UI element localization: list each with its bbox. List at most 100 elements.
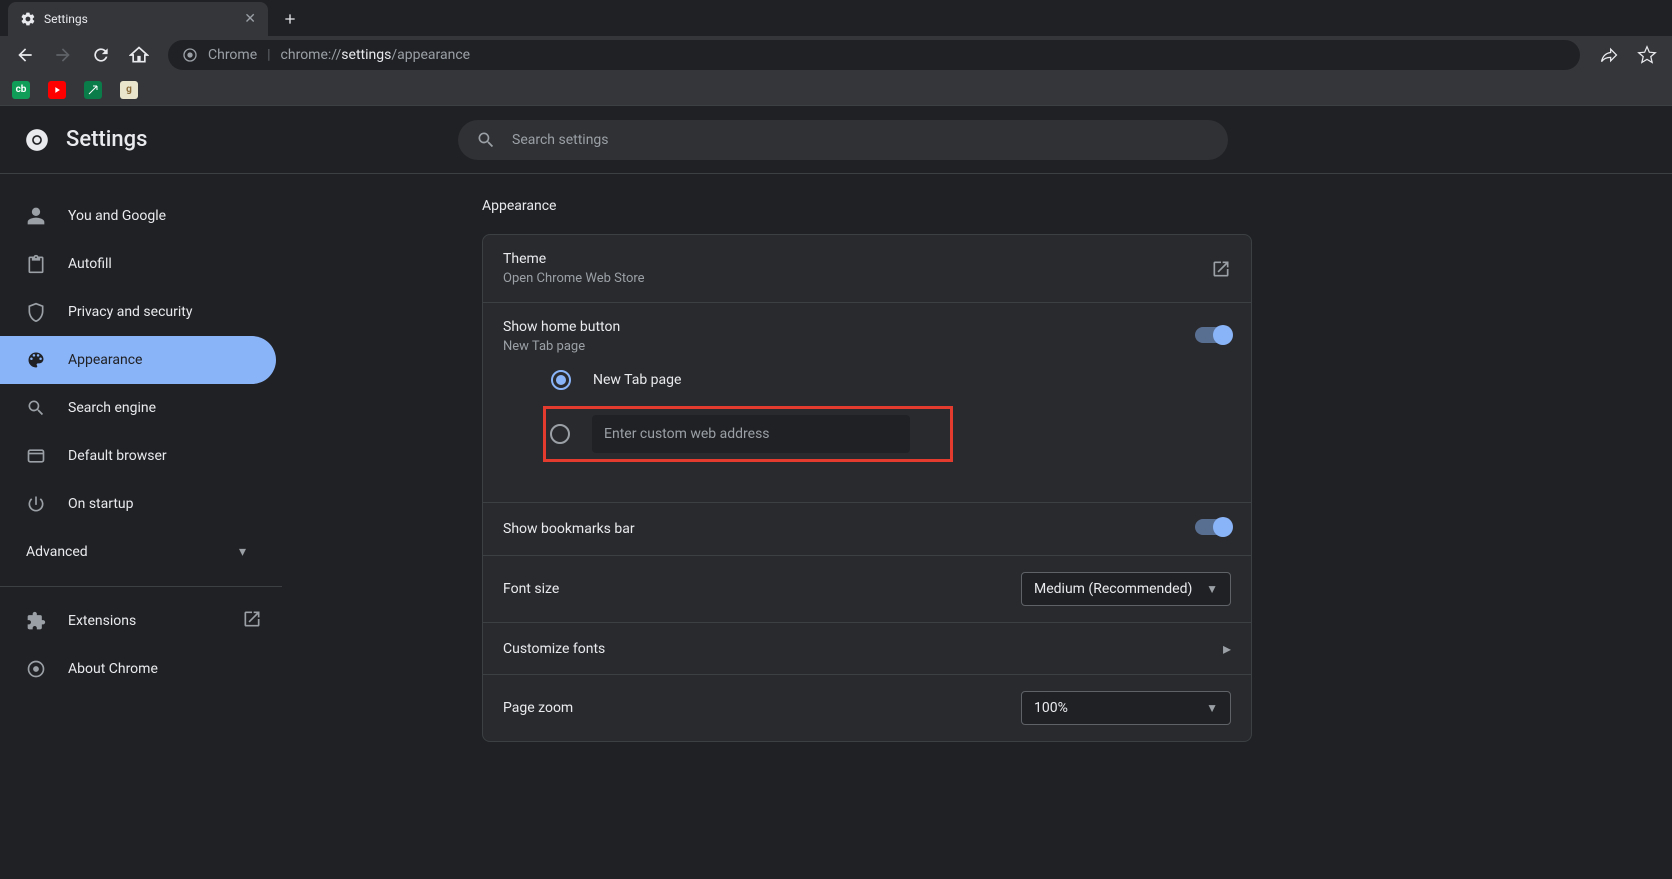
home-button-radio-group: New Tab page — [503, 354, 1231, 486]
row-bookmarks-bar: Show bookmarks bar — [483, 503, 1251, 556]
sidebar-divider — [0, 586, 282, 587]
row-title: Customize fonts — [503, 641, 1223, 657]
sidebar-item-label: Autofill — [68, 256, 112, 272]
toggle-bookmarks-bar[interactable] — [1195, 519, 1231, 539]
sidebar-item-extensions[interactable]: Extensions — [0, 597, 282, 645]
sidebar-item-label: Extensions — [68, 613, 136, 629]
main-panel: Appearance Theme Open Chrome Web Store S… — [282, 174, 1672, 879]
sidebar-item-appearance[interactable]: Appearance — [0, 336, 276, 384]
chevron-down-icon: ▾ — [239, 544, 246, 560]
omnibox-sep: | — [267, 47, 270, 63]
chevron-down-icon: ▼ — [1206, 582, 1218, 596]
sidebar-item-search-engine[interactable]: Search engine — [0, 384, 282, 432]
row-title: Font size — [503, 581, 1021, 597]
bookmark-icon-1[interactable]: cb — [12, 81, 30, 99]
chrome-logo-icon — [24, 127, 50, 153]
search-icon — [476, 130, 496, 150]
sidebar-item-about[interactable]: About Chrome — [0, 645, 282, 693]
custom-address-input[interactable] — [592, 415, 910, 453]
omnibox-prefix: Chrome — [208, 47, 257, 63]
radio-label: New Tab page — [593, 372, 681, 388]
share-icon — [1599, 45, 1619, 65]
clipboard-icon — [26, 254, 46, 274]
row-home-button: Show home button New Tab page New Tab pa… — [483, 303, 1251, 503]
sidebar-item-label: Privacy and security — [68, 304, 192, 320]
search-settings-input[interactable]: Search settings — [458, 120, 1228, 160]
sidebar-item-label: You and Google — [68, 208, 166, 224]
sidebar-advanced-label: Advanced — [26, 544, 88, 560]
toolbar: Chrome | chrome://settings/appearance — [0, 36, 1672, 74]
sidebar-item-label: Search engine — [68, 400, 156, 416]
sidebar-advanced[interactable]: Advanced ▾ — [0, 528, 282, 576]
bookmark-icon-goodreads[interactable]: g — [120, 81, 138, 99]
sidebar-item-label: On startup — [68, 496, 134, 512]
omnibox-path: chrome://settings/appearance — [281, 47, 471, 63]
external-link-icon — [242, 609, 262, 633]
select-value: 100% — [1034, 700, 1068, 716]
chrome-icon — [26, 659, 46, 679]
page-zoom-select[interactable]: 100% ▼ — [1021, 691, 1231, 725]
row-subtitle: Open Chrome Web Store — [503, 271, 1211, 286]
bookmark-icon-3[interactable] — [84, 81, 102, 99]
external-link-icon — [1211, 259, 1231, 279]
row-page-zoom: Page zoom 100% ▼ — [483, 675, 1251, 741]
radio-selected-icon — [551, 370, 571, 390]
row-customize-fonts[interactable]: Customize fonts ▸ — [483, 623, 1251, 675]
browser-tab[interactable]: Settings ✕ — [8, 2, 268, 36]
select-value: Medium (Recommended) — [1034, 581, 1192, 597]
extension-icon — [26, 611, 46, 631]
arrow-icon — [87, 84, 99, 96]
settings-header: Settings Search settings — [0, 106, 1672, 174]
new-tab-button[interactable] — [276, 5, 304, 33]
omnibox[interactable]: Chrome | chrome://settings/appearance — [168, 40, 1580, 70]
bookmark-icon-youtube[interactable] — [48, 81, 66, 99]
font-size-select[interactable]: Medium (Recommended) ▼ — [1021, 572, 1231, 606]
bookmarks-bar: cb g — [0, 74, 1672, 106]
radio-new-tab[interactable]: New Tab page — [551, 362, 1231, 398]
close-icon[interactable]: ✕ — [244, 11, 256, 27]
tab-title: Settings — [44, 12, 88, 26]
arrow-left-icon — [15, 45, 35, 65]
search-icon — [26, 398, 46, 418]
shield-icon — [26, 302, 46, 322]
chevron-right-icon: ▸ — [1223, 639, 1231, 658]
sidebar-item-default-browser[interactable]: Default browser — [0, 432, 282, 480]
row-font-size: Font size Medium (Recommended) ▼ — [483, 556, 1251, 623]
reload-button[interactable] — [84, 38, 118, 72]
gear-icon — [20, 11, 36, 27]
forward-button[interactable] — [46, 38, 80, 72]
tab-bar: Settings ✕ — [0, 0, 1672, 36]
search-placeholder: Search settings — [512, 132, 609, 148]
plus-icon — [282, 11, 298, 27]
toggle-home-button[interactable] — [1195, 327, 1231, 347]
home-icon — [129, 45, 149, 65]
sidebar-item-label: Default browser — [68, 448, 167, 464]
sidebar-item-you-and-google[interactable]: You and Google — [0, 192, 282, 240]
row-title: Show home button — [503, 319, 1195, 335]
sidebar-item-privacy[interactable]: Privacy and security — [0, 288, 282, 336]
browser-icon — [26, 446, 46, 466]
person-icon — [26, 206, 46, 226]
palette-icon — [26, 350, 46, 370]
row-theme[interactable]: Theme Open Chrome Web Store — [483, 235, 1251, 303]
share-button[interactable] — [1592, 38, 1626, 72]
youtube-play-icon — [51, 85, 63, 95]
settings-card: Theme Open Chrome Web Store Show home bu… — [482, 234, 1252, 742]
sidebar-item-on-startup[interactable]: On startup — [0, 480, 282, 528]
sidebar: You and Google Autofill Privacy and secu… — [0, 174, 282, 879]
row-title: Show bookmarks bar — [503, 521, 1195, 537]
sidebar-item-autofill[interactable]: Autofill — [0, 240, 282, 288]
power-icon — [26, 494, 46, 514]
home-button[interactable] — [122, 38, 156, 72]
row-subtitle: New Tab page — [503, 339, 1195, 354]
reload-icon — [91, 45, 111, 65]
sidebar-item-label: About Chrome — [68, 661, 158, 677]
arrow-right-icon — [53, 45, 73, 65]
sidebar-item-label: Appearance — [68, 352, 142, 368]
back-button[interactable] — [8, 38, 42, 72]
page-title: Settings — [66, 127, 147, 152]
bookmark-star-button[interactable] — [1630, 38, 1664, 72]
row-title: Page zoom — [503, 700, 1021, 716]
section-title: Appearance — [482, 198, 1672, 214]
radio-custom-address[interactable] — [550, 424, 570, 444]
